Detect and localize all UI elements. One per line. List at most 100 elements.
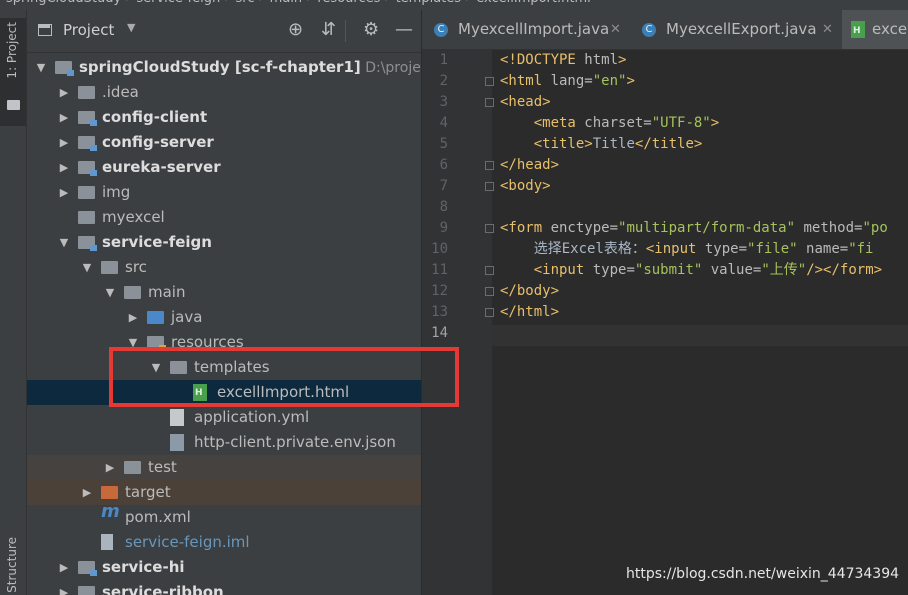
- maven-icon: m: [101, 501, 120, 522]
- breadcrumb-item[interactable]: src: [235, 0, 254, 6]
- collapse-arrow-icon[interactable]: ▶: [58, 180, 70, 205]
- code-line: <body>: [500, 178, 551, 194]
- breadcrumb-item[interactable]: springCloudStudy: [6, 0, 121, 6]
- watermark-text: https://blog.csdn.net/weixin_44734394: [626, 566, 900, 582]
- tab-label: exce: [872, 20, 908, 38]
- chevron-down-icon[interactable]: ▼: [127, 21, 135, 34]
- minimize-icon[interactable]: —: [395, 19, 413, 41]
- line-number: 14: [431, 325, 448, 341]
- tree-node-springcloudstudy[interactable]: ▼ springCloudStudy [sc-f-chapter1] D:\pro…: [27, 55, 421, 80]
- collapse-arrow-icon[interactable]: ▶: [58, 80, 70, 105]
- line-number: 10: [431, 241, 448, 257]
- folder-icon: [101, 261, 118, 274]
- folder-icon: [78, 186, 95, 199]
- collapse-arrow-icon[interactable]: ▶: [58, 130, 70, 155]
- breadcrumb-separator: ›: [465, 0, 470, 6]
- tree-node-pom-xml[interactable]: m pom.xml: [27, 501, 421, 530]
- collapse-arrow-icon[interactable]: ▶: [58, 105, 70, 130]
- tree-node-label: config-client: [102, 108, 208, 126]
- java-class-icon: C: [434, 23, 448, 37]
- tree-node-label: img: [102, 183, 131, 201]
- tree-node-application-yml[interactable]: application.yml: [27, 405, 421, 430]
- breadcrumb-item[interactable]: excellImport.html: [476, 0, 591, 6]
- breadcrumb-item[interactable]: resources: [317, 0, 380, 6]
- tree-node-service-feign[interactable]: ▼ service-feign: [27, 230, 421, 255]
- highlight-annotation-box: [109, 347, 459, 407]
- collapse-arrow-icon[interactable]: ▶: [58, 155, 70, 180]
- header-divider: [345, 20, 346, 42]
- breadcrumb-item[interactable]: service-feign: [136, 0, 220, 6]
- editor-tab-3[interactable]: exce: [842, 10, 908, 49]
- editor-tab-1[interactable]: C MyexcellImport.java ✕: [422, 10, 630, 49]
- tree-node-config-server[interactable]: ▶ config-server: [27, 130, 421, 155]
- code-line: <form enctype="multipart/form-data" meth…: [500, 220, 888, 236]
- project-tool-tab[interactable]: 1: Project: [0, 18, 26, 126]
- code-line: <!DOCTYPE html>: [500, 52, 627, 68]
- collapse-arrow-icon[interactable]: ▶: [81, 480, 93, 505]
- locate-crosshair-icon[interactable]: ⊕: [288, 19, 303, 41]
- fold-marker-icon[interactable]: [485, 287, 494, 296]
- tree-node-service-feign-iml[interactable]: service-feign.iml: [27, 530, 421, 555]
- breadcrumb-item[interactable]: main: [270, 0, 302, 6]
- json-file-icon: [170, 434, 184, 451]
- expand-arrow-icon[interactable]: ▼: [58, 230, 70, 255]
- project-panel-header: Project ▼ ⊕ ⇵ ⚙ —: [27, 10, 421, 53]
- fold-marker-icon[interactable]: [485, 266, 494, 275]
- tree-node-myexcel[interactable]: myexcel: [27, 205, 421, 230]
- tree-node-label: config-server: [102, 133, 214, 151]
- line-number: 9: [439, 220, 448, 236]
- module-folder-icon: [78, 236, 97, 251]
- line-number: 12: [431, 283, 448, 299]
- java-class-icon: C: [642, 23, 656, 37]
- tree-node-target[interactable]: ▶ target: [27, 480, 421, 505]
- fold-marker-icon[interactable]: [485, 77, 494, 86]
- close-tab-icon[interactable]: ✕: [610, 10, 621, 49]
- fold-marker-icon[interactable]: [485, 182, 494, 191]
- tree-node-test[interactable]: ▶ test: [27, 455, 421, 480]
- fold-marker-icon[interactable]: [485, 161, 494, 170]
- tree-node-main[interactable]: ▼ main: [27, 280, 421, 305]
- tree-node-java[interactable]: ▶ java: [27, 305, 421, 330]
- structure-tab[interactable]: Structure: [5, 537, 19, 593]
- tree-node-label: service-hi: [102, 558, 185, 576]
- yml-file-icon: [170, 409, 184, 426]
- collapse-arrow-icon[interactable]: ▶: [58, 580, 70, 595]
- tree-node-img[interactable]: ▶ img: [27, 180, 421, 205]
- editor-tabs: C MyexcellImport.java ✕ C MyexcellExport.jav…: [422, 10, 908, 50]
- breadcrumb-separator: ›: [224, 0, 229, 6]
- gear-icon[interactable]: ⚙: [363, 19, 379, 41]
- tree-node-src[interactable]: ▼ src: [27, 255, 421, 280]
- tree-node-label: http-client.private.env.json: [194, 433, 396, 451]
- breadcrumb-item[interactable]: templates: [396, 0, 461, 6]
- collapse-all-icon[interactable]: ⇵: [321, 19, 336, 41]
- line-number: 1: [439, 52, 448, 68]
- editor-tab-2[interactable]: C MyexcellExport.java ✕: [630, 10, 842, 49]
- collapse-arrow-icon[interactable]: ▶: [104, 455, 116, 480]
- breadcrumb-separator: ›: [384, 0, 389, 6]
- tree-node-idea[interactable]: ▶ .idea: [27, 80, 421, 105]
- module-folder-icon: [55, 61, 74, 76]
- tree-node-service-hi[interactable]: ▶ service-hi: [27, 555, 421, 580]
- line-number: 3: [439, 94, 448, 110]
- tree-node-label: java: [171, 308, 203, 326]
- fold-marker-icon[interactable]: [485, 308, 494, 317]
- tree-node-label: springCloudStudy [sc-f-chapter1] D:\proj…: [79, 58, 421, 76]
- tree-node-label: test: [148, 458, 177, 476]
- expand-arrow-icon[interactable]: ▼: [81, 255, 93, 280]
- project-view-selector[interactable]: Project: [63, 21, 114, 39]
- fold-marker-icon[interactable]: [485, 98, 494, 107]
- fold-marker-icon[interactable]: [485, 224, 494, 233]
- collapse-arrow-icon[interactable]: ▶: [127, 305, 139, 330]
- tree-node-http-client-private-env-json[interactable]: http-client.private.env.json: [27, 430, 421, 455]
- tree-node-label: main: [148, 283, 186, 301]
- tree-node-eureka-server[interactable]: ▶ eureka-server: [27, 155, 421, 180]
- tree-node-service-ribbon[interactable]: ▶ service-ribbon: [27, 580, 421, 595]
- line-number: 6: [439, 157, 448, 173]
- expand-arrow-icon[interactable]: ▼: [35, 55, 47, 80]
- tree-node-config-client[interactable]: ▶ config-client: [27, 105, 421, 130]
- code-line: <meta charset="UTF-8">: [533, 115, 720, 131]
- expand-arrow-icon[interactable]: ▼: [104, 280, 116, 305]
- source-folder-icon: [147, 311, 164, 324]
- collapse-arrow-icon[interactable]: ▶: [58, 555, 70, 580]
- close-tab-icon[interactable]: ✕: [822, 10, 833, 49]
